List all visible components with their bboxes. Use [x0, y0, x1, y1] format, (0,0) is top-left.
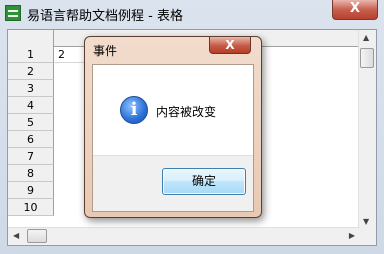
- row-header[interactable]: 10: [8, 199, 54, 216]
- row-header[interactable]: 4: [8, 97, 54, 114]
- row-header[interactable]: 3: [8, 80, 54, 97]
- row-header[interactable]: 5: [8, 114, 54, 131]
- row-header[interactable]: 2: [8, 63, 54, 80]
- dialog-message: 内容被改变: [156, 105, 217, 119]
- scroll-up-icon[interactable]: ▲: [363, 33, 369, 42]
- event-dialog: 事件 X i 内容被改变 确定: [84, 36, 262, 218]
- row-header[interactable]: 8: [8, 165, 54, 182]
- row-header[interactable]: 6: [8, 131, 54, 148]
- scroll-right-icon[interactable]: ▶: [349, 231, 355, 240]
- dialog-close-button[interactable]: X: [209, 37, 251, 54]
- app-icon: [5, 5, 21, 21]
- vertical-scrollbar[interactable]: ▲ ▼: [358, 30, 376, 229]
- scroll-left-icon[interactable]: ◀: [13, 231, 19, 240]
- scrollbar-corner: [359, 228, 376, 245]
- horizontal-scroll-thumb[interactable]: [27, 229, 47, 243]
- window-close-button[interactable]: X: [332, 0, 378, 20]
- info-icon: i: [120, 96, 148, 124]
- window-title: 易语言帮助文档例程 - 表格: [27, 9, 183, 24]
- title-bar: 易语言帮助文档例程 - 表格 X: [0, 0, 384, 28]
- dialog-body: i 内容被改变 确定: [92, 64, 254, 212]
- row-header[interactable]: 9: [8, 182, 54, 199]
- row-header[interactable]: 7: [8, 148, 54, 165]
- scroll-down-icon[interactable]: ▼: [363, 217, 369, 226]
- horizontal-scrollbar[interactable]: ◀ ▶: [8, 227, 360, 245]
- ok-button[interactable]: 确定: [162, 168, 246, 195]
- grid-corner: [8, 30, 54, 46]
- vertical-scroll-thumb[interactable]: [360, 48, 374, 68]
- dialog-title: 事件: [93, 44, 118, 58]
- row-header[interactable]: 1: [8, 46, 54, 63]
